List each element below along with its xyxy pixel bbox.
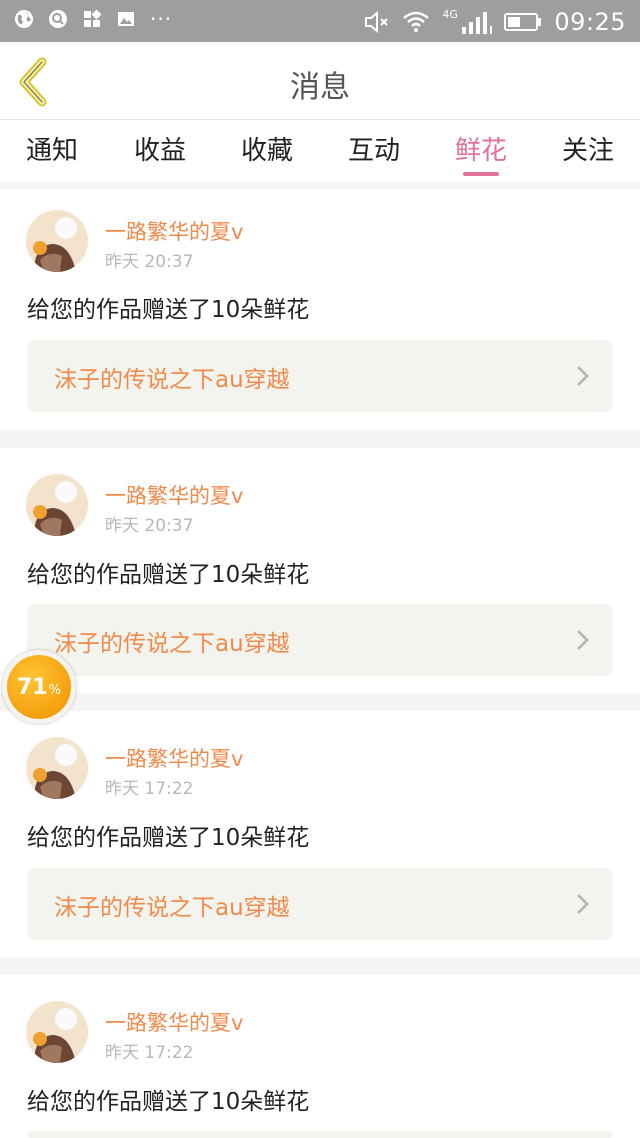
chevron-right-icon (577, 894, 589, 914)
status-left-icons: ··· (14, 9, 172, 29)
status-bar: ··· 4G 09:25 (0, 0, 640, 42)
tab-favorites[interactable]: 收藏 (241, 130, 293, 167)
status-right-icons: 4G 09:25 (364, 8, 626, 36)
sender-name[interactable]: 一路繁华的夏v (105, 1007, 243, 1037)
tab-interactions[interactable]: 互动 (348, 130, 400, 167)
sender-name[interactable]: 一路繁华的夏v (105, 216, 243, 246)
avatar[interactable] (26, 210, 88, 272)
message-text: 给您的作品赠送了10朵鲜花 (27, 1089, 310, 1115)
page-title: 消息 (290, 70, 350, 105)
work-title: 沫子的传说之下au穿越 (54, 367, 290, 393)
message-time: 昨天 17:22 (105, 1043, 194, 1063)
progress-value: 71 (17, 674, 48, 700)
status-overflow: ··· (150, 7, 173, 31)
work-link[interactable]: 沫子的传说之下au穿越 (27, 340, 613, 412)
work-link[interactable]: 沫子的传说之下au穿越 (27, 604, 613, 676)
cellular-signal: 4G (442, 8, 493, 34)
title-bar: 消息 (0, 42, 640, 120)
active-tab-indicator (463, 172, 499, 176)
progress-badge[interactable]: 71 % (2, 650, 76, 724)
message-card: 一路繁华的夏v 昨天 17:22 给您的作品赠送了10朵鲜花 (0, 975, 640, 1138)
avatar[interactable] (26, 737, 88, 799)
image-icon (118, 12, 134, 26)
sender-name[interactable]: 一路繁华的夏v (105, 743, 243, 773)
progress-unit: % (48, 682, 61, 698)
signal-bars-icon (462, 12, 493, 34)
battery-icon (504, 13, 542, 31)
work-title: 沫子的传说之下au穿越 (54, 631, 290, 657)
message-text: 给您的作品赠送了10朵鲜花 (27, 825, 310, 851)
work-title: 沫子的传说之下au穿越 (54, 895, 290, 921)
sender-name[interactable]: 一路繁华的夏v (105, 480, 243, 510)
mute-icon (365, 10, 389, 34)
apps-icon (84, 9, 102, 27)
message-time: 昨天 20:37 (105, 516, 194, 536)
message-card: 一路繁华的夏v 昨天 20:37 给您的作品赠送了10朵鲜花 沫子的传说之下au… (0, 448, 640, 693)
tab-earnings[interactable]: 收益 (134, 130, 186, 167)
progress-badge-fill: 71 % (7, 655, 71, 719)
chevron-right-icon (577, 366, 589, 386)
message-text: 给您的作品赠送了10朵鲜花 (27, 562, 310, 588)
tab-flowers[interactable]: 鲜花 (455, 130, 507, 167)
status-time: 09:25 (554, 8, 626, 36)
message-time: 昨天 17:22 (105, 779, 194, 799)
avatar[interactable] (26, 1001, 88, 1063)
message-time: 昨天 20:37 (105, 252, 194, 272)
wifi-icon (403, 11, 430, 32)
tab-follows[interactable]: 关注 (562, 130, 614, 167)
message-text: 给您的作品赠送了10朵鲜花 (27, 297, 310, 323)
tab-bar: 通知 收益 收藏 互动 鲜花 关注 (0, 120, 640, 182)
search-bubble-icon (49, 10, 67, 28)
message-card: 一路繁华的夏v 昨天 17:22 给您的作品赠送了10朵鲜花 沫子的传说之下au… (0, 711, 640, 957)
chevron-right-icon (577, 630, 589, 650)
work-link[interactable] (27, 1131, 613, 1138)
network-type: 4G (442, 8, 458, 21)
avatar[interactable] (26, 474, 88, 536)
message-card: 一路繁华的夏v 昨天 20:37 给您的作品赠送了10朵鲜花 沫子的传说之下au… (0, 190, 640, 430)
globe-icon (15, 10, 33, 28)
tab-notifications[interactable]: 通知 (26, 130, 78, 167)
work-link[interactable]: 沫子的传说之下au穿越 (27, 868, 613, 940)
